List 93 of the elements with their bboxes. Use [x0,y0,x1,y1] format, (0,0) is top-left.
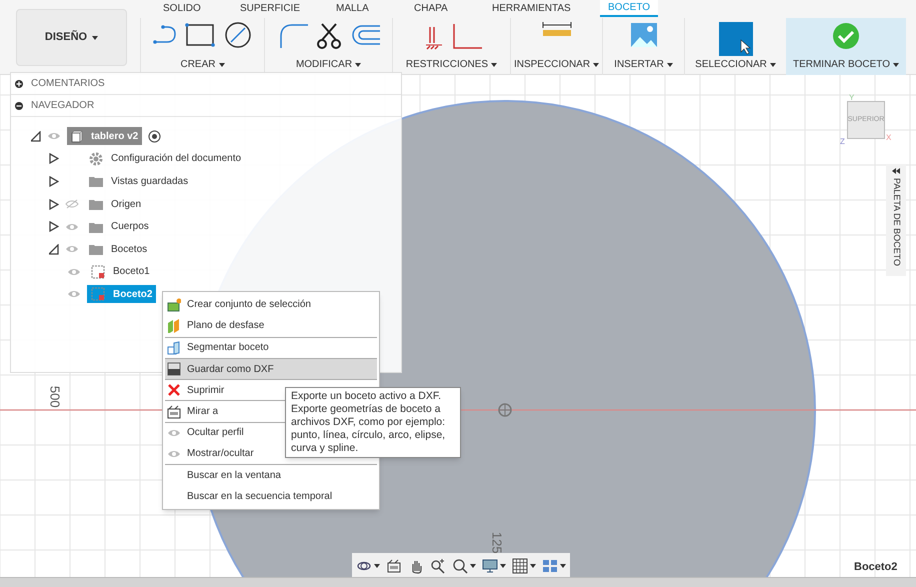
group-menu[interactable]: RESTRICCIONES [406,57,498,72]
look-at-icon [386,558,402,574]
collapse-icon [892,168,900,174]
sketch-icon [91,287,105,302]
panel-header[interactable]: COMENTARIOS [11,73,401,95]
caret-icon [218,62,224,66]
scissors-tool[interactable] [316,22,342,50]
circle-icon [222,22,252,50]
fillet-icon [278,22,308,50]
tree-item[interactable]: Boceto1 [87,262,154,281]
tree-item[interactable]: tablero v2 [67,127,142,146]
checkmark-icon [832,22,860,50]
checkmark-tool[interactable] [832,22,860,50]
ruler-label: 125 [488,532,506,554]
slice-icon [167,340,181,355]
menu-item[interactable]: Buscar en la ventana [165,464,377,486]
dxf-file-icon [167,362,181,376]
circle-tool[interactable] [222,22,252,50]
caret-icon [560,564,566,568]
caret-icon [530,564,536,568]
grid-icon [512,558,528,574]
folder-icon [89,220,103,233]
palette-tab[interactable]: PALETA DE BOCETO [886,164,906,276]
origin-icon [497,402,513,418]
caret-icon [593,62,600,66]
group-menu[interactable]: CREAR [180,57,224,72]
group-menu[interactable]: INSERTAR [614,57,673,72]
zoom-window-button[interactable] [452,558,476,574]
ribbon-tab[interactable]: SOLIDO [155,0,209,17]
caret-icon [470,564,476,568]
export-tooltip: Exporte un boceto activo a DXF. Exporte geometrías de boceto a archivos DXF, como por ejemplo: punto, línea, círculo, arco, elipse, curva y spline. [285,387,461,458]
gear-icon [89,152,103,166]
caret-icon [374,564,380,568]
ribbon-tab[interactable]: MALLA [328,0,377,17]
measure-icon [540,22,572,36]
zoom-window-icon [452,558,468,574]
menu-item[interactable]: Buscar en la secuencia temporal [165,486,377,507]
axis-label: Z [840,136,845,148]
axis-label: Y [849,92,854,104]
image-tool[interactable] [630,22,658,50]
zoom-button[interactable] [430,558,446,574]
ribbon-tab[interactable]: HERRAMIENTAS [484,0,579,17]
ruler-label: 500 [46,386,64,408]
sketch-name: Boceto2 [854,560,898,575]
workspace-button[interactable]: DISEÑO [16,9,127,66]
plane-icon [167,318,181,333]
axis-label: X [886,132,892,144]
group-menu[interactable]: TERMINAR BOCETO [792,57,900,72]
tree-item[interactable]: Cuerpos [85,218,153,236]
panel-header[interactable]: NAVEGADOR [11,95,401,117]
display-icon [482,558,498,574]
fillet-tool[interactable] [278,22,308,50]
caret-icon [355,62,362,66]
menu-item[interactable]: Crear conjunto de selección [165,294,377,316]
viewports-icon [542,558,558,574]
component-icon [71,130,83,143]
active-component-icon [148,130,162,143]
zoom-icon [430,558,446,574]
image-icon [630,22,658,50]
group-menu[interactable]: INSPECCIONAR [514,57,600,72]
folder-icon [89,243,103,256]
tree-item[interactable]: Configuración del documento [85,150,246,168]
caret-icon [770,62,776,66]
ribbon-tab[interactable]: CHAPA [406,0,456,17]
folder-icon [89,198,103,210]
caret-icon [491,62,498,66]
menu-item[interactable]: Guardar como DXF [165,358,377,380]
caret-icon [893,62,900,66]
display-button[interactable] [482,558,506,574]
menu-item[interactable]: Plano de desfase [165,315,377,337]
sketch-icon [91,264,105,279]
caret-icon [500,564,506,568]
look-at-icon [167,404,181,419]
select-icon [718,22,752,56]
viewports-button[interactable] [542,558,566,574]
tree-item[interactable]: Bocetos [85,240,152,258]
grid-button[interactable] [512,558,536,574]
caret-icon [666,62,673,66]
group-menu[interactable]: MODIFICAR [296,57,362,72]
measure-tool[interactable] [540,22,572,36]
delete-icon [167,383,181,398]
rectangle-tool[interactable] [184,22,214,50]
ribbon-tab[interactable]: SUPERFICIE [232,0,308,17]
scissors-icon [316,22,342,50]
look-at-button[interactable] [386,558,402,574]
caret-icon [92,36,98,40]
group-menu[interactable]: SELECCIONAR [695,57,776,72]
tree-item[interactable]: Origen [85,195,146,214]
select-tool[interactable] [718,22,752,56]
folder-icon [89,175,103,188]
selection-set-icon [167,298,181,312]
tree-item[interactable]: Vistas guardadas [85,172,192,190]
rectangle-icon [184,22,214,50]
